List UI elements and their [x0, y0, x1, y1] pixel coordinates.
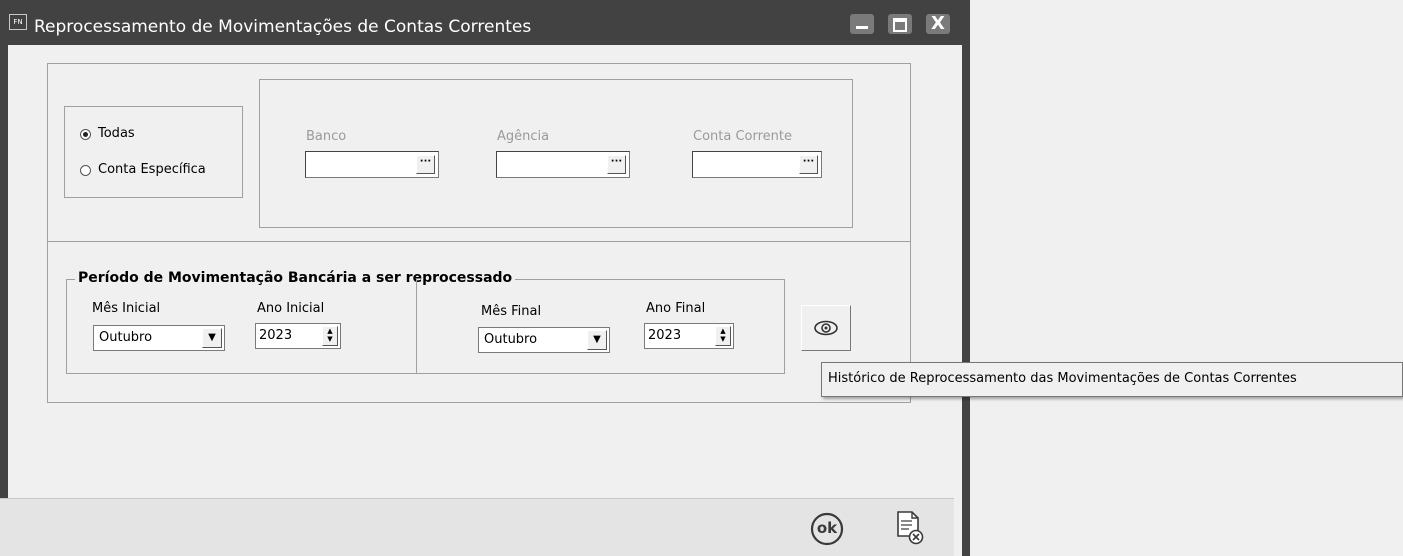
banco-lookup-button[interactable]: ··· [416, 155, 435, 174]
period-group-title: Período de Movimentação Bancária a ser r… [75, 270, 516, 286]
start-year-value: 2023 [259, 328, 293, 343]
radio-conta-especifica-label[interactable]: Conta Específica [98, 162, 206, 177]
tooltip-text: Histórico de Reprocessamento das Movimen… [828, 371, 1297, 386]
account-radio-group [64, 106, 243, 198]
conta-corrente-field[interactable]: ··· [692, 151, 822, 178]
maximize-button[interactable] [888, 14, 912, 34]
close-icon: X [931, 13, 945, 34]
spin-arrows-icon[interactable]: ▲ ▼ [715, 326, 731, 346]
desktop-background [970, 0, 1403, 556]
cancel-button[interactable] [895, 510, 925, 546]
app-icon: FN [9, 14, 27, 30]
end-month-select[interactable]: Outubro ▼ [478, 327, 610, 353]
chevron-down-icon[interactable]: ▼ [587, 330, 607, 350]
banco-field[interactable]: ··· [305, 151, 439, 178]
agencia-label: Agência [497, 129, 550, 144]
period-divider [416, 279, 417, 374]
start-month-label: Mês Inicial [92, 301, 161, 316]
chevron-down-icon[interactable]: ▼ [202, 328, 222, 348]
conta-corrente-label: Conta Corrente [693, 129, 793, 144]
title-bar[interactable]: FN Reprocessamento de Movimentações de C… [0, 0, 970, 45]
agencia-field[interactable]: ··· [496, 151, 630, 178]
conta-corrente-lookup-button[interactable]: ··· [799, 155, 818, 174]
end-year-value: 2023 [648, 328, 682, 343]
close-button[interactable]: X [926, 13, 950, 34]
history-button[interactable] [801, 305, 851, 351]
radio-todas[interactable] [80, 129, 91, 140]
end-month-label: Mês Final [481, 304, 542, 319]
ok-button[interactable]: ok [810, 512, 844, 546]
ok-label: ok [816, 519, 838, 537]
spin-arrows-icon[interactable]: ▲ ▼ [322, 326, 338, 346]
panel-divider [47, 241, 911, 242]
eye-icon [814, 320, 838, 336]
cancel-document-icon [897, 511, 924, 545]
window-title: Reprocessamento de Movimentações de Cont… [34, 17, 532, 37]
end-year-spinner[interactable]: 2023 ▲ ▼ [644, 323, 734, 349]
radio-conta-especifica[interactable] [80, 165, 91, 176]
radio-todas-label[interactable]: Todas [98, 126, 135, 141]
history-tooltip: Histórico de Reprocessamento das Movimen… [821, 362, 1403, 397]
end-month-value: Outubro [484, 332, 538, 347]
start-year-spinner[interactable]: 2023 ▲ ▼ [255, 323, 341, 349]
start-year-label: Ano Inicial [257, 301, 325, 316]
banco-label: Banco [306, 129, 347, 144]
start-month-select[interactable]: Outubro ▼ [93, 325, 225, 351]
agencia-lookup-button[interactable]: ··· [607, 155, 626, 174]
minimize-button[interactable] [850, 14, 874, 34]
start-month-value: Outubro [99, 330, 153, 345]
end-year-label: Ano Final [646, 301, 706, 316]
